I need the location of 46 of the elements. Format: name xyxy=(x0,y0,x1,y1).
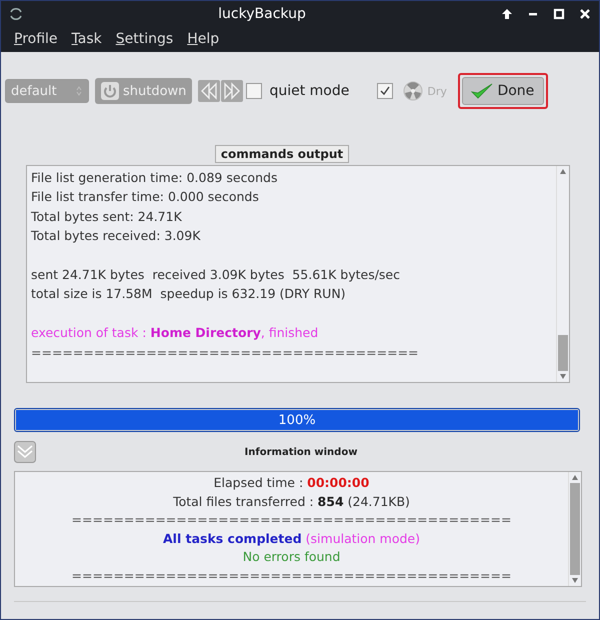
scrollbar-thumb[interactable] xyxy=(558,335,568,371)
done-button[interactable]: Done xyxy=(462,77,544,105)
menu-item[interactable]: Profile xyxy=(7,31,65,47)
previous-icon[interactable] xyxy=(198,80,220,102)
scroll-up-icon[interactable] xyxy=(560,169,566,174)
spin-arrows-icon xyxy=(76,86,82,96)
scrollbar[interactable] xyxy=(556,166,569,382)
quiet-mode-checkbox[interactable]: quiet mode xyxy=(246,83,350,99)
menu-item[interactable]: Task xyxy=(64,31,109,47)
maximize-icon[interactable] xyxy=(553,8,565,20)
collapse-icon[interactable] xyxy=(14,441,36,463)
info-line: No errors found xyxy=(242,548,342,566)
output-line: execution of task : Home Directory, finished xyxy=(31,324,320,342)
output-line: File list generation time: 0.089 seconds xyxy=(31,169,278,187)
scroll-down-icon[interactable] xyxy=(572,578,578,583)
info-line: Total files transferred : 854 (24.71KB) xyxy=(172,492,411,510)
keep-above-icon[interactable] xyxy=(501,8,513,20)
output-line: File list transfer time: 0.000 seconds xyxy=(31,188,260,206)
dry-run-label: Dry xyxy=(427,84,447,98)
info-line: ========================================== xyxy=(70,511,512,529)
progress-label: 100% xyxy=(277,412,317,430)
scrollbar[interactable] xyxy=(568,472,581,586)
scroll-down-icon[interactable] xyxy=(560,374,566,379)
output-line: Total bytes sent: 24.71K xyxy=(31,208,183,226)
output-line: ===================================== xyxy=(31,344,420,362)
scrollbar-thumb[interactable] xyxy=(570,483,580,575)
window-title: luckyBackup xyxy=(217,6,307,22)
menu-item[interactable]: Help xyxy=(180,31,226,47)
power-icon xyxy=(101,82,119,100)
app-icon xyxy=(9,6,23,20)
check-icon xyxy=(379,85,392,97)
scroll-up-icon[interactable] xyxy=(572,475,578,480)
close-icon[interactable] xyxy=(579,8,591,20)
section-title: Information window xyxy=(244,446,358,458)
radiation-icon xyxy=(403,81,424,101)
info-line: Elapsed time : 00:00:00 xyxy=(212,474,370,492)
info-line: All tasks completed (simulation mode) xyxy=(162,530,421,548)
section-title: commands output xyxy=(214,145,350,163)
info-line: ========================================== xyxy=(70,566,512,584)
output-line: Total bytes received: 3.09K xyxy=(31,227,202,246)
next-icon[interactable] xyxy=(221,80,244,102)
menu-item[interactable]: Settings xyxy=(108,31,180,47)
output-line: total size is 17.58M speedup is 632.19 (DRY RUN) xyxy=(31,285,347,304)
output-line: sent 24.71K bytes received 3.09K bytes 55.61K bytes/sec xyxy=(31,266,401,284)
dry-run-checkbox[interactable] xyxy=(377,83,394,99)
check-icon xyxy=(471,83,494,99)
